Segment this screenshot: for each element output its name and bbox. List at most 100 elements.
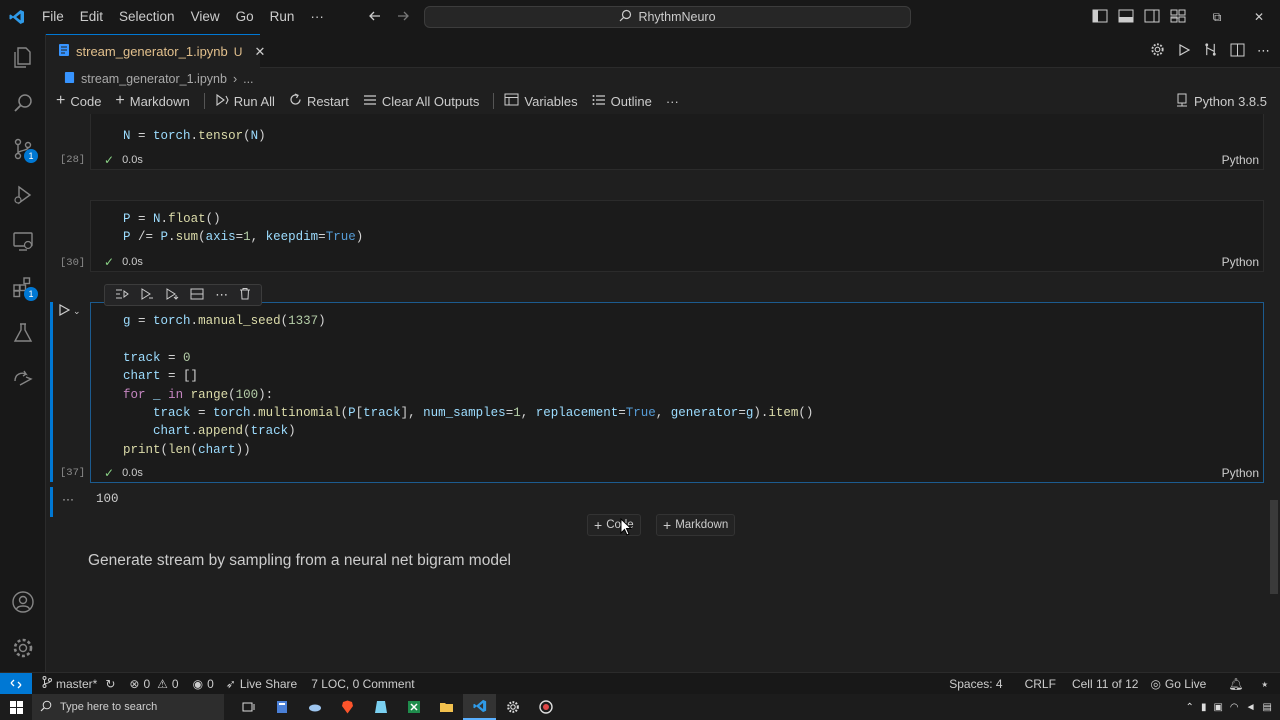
cell-source[interactable]: N = torch.tensor(N) [123, 127, 266, 145]
notification-center-icon[interactable]: ▤ [1263, 702, 1272, 713]
loc-label: 7 LOC, 0 Comment [311, 676, 415, 691]
forward-arrow-icon[interactable] [396, 9, 410, 26]
volume-icon[interactable]: ◄ [1246, 702, 1256, 713]
cell-position[interactable]: Cell 11 of 12 [1072, 677, 1139, 691]
git-branch[interactable]: master* ↻ [42, 676, 115, 691]
insert-code-cell-button[interactable]: + Code [587, 514, 641, 536]
remote-indicator-icon[interactable] [0, 672, 32, 695]
tray-chevron-icon[interactable]: ⌃ [1186, 702, 1194, 713]
split-editor-icon[interactable] [1230, 43, 1245, 60]
notebook-scrollbar[interactable] [1270, 500, 1278, 594]
brave-browser-icon[interactable] [331, 694, 364, 720]
source-control-icon[interactable]: 1 [0, 126, 46, 172]
notebook-settings-gear-icon[interactable] [1150, 42, 1165, 60]
accounts-icon[interactable] [0, 579, 46, 625]
windows-start-icon[interactable] [0, 694, 32, 720]
run-options-chevron-icon[interactable]: ⌄ [73, 306, 81, 317]
live-share-icon[interactable] [0, 356, 46, 402]
code-cell-focused[interactable]: g = torch.manual_seed(1337) track = 0 ch… [90, 302, 1264, 483]
run-by-line-icon[interactable] [140, 287, 154, 303]
task-view-icon[interactable] [232, 694, 265, 720]
network-icon[interactable]: ▣ [1213, 702, 1222, 713]
recording-app-icon[interactable] [529, 694, 562, 720]
breadcrumb-file[interactable]: stream_generator_1.ipynb [81, 72, 227, 86]
excel-app-icon[interactable] [397, 694, 430, 720]
extensions-icon[interactable]: 1 [0, 264, 46, 310]
cell-source[interactable]: P = N.float() P /= P.sum(axis=1, keepdim… [123, 210, 363, 247]
minimize-icon[interactable]: – [1154, 10, 1196, 24]
run-debug-icon[interactable] [0, 172, 46, 218]
toggle-panel-icon[interactable] [1118, 9, 1134, 26]
calculator-app-icon[interactable] [265, 694, 298, 720]
explorer-icon[interactable] [0, 34, 46, 80]
kernel-picker[interactable]: Python 3.8.5 [1176, 90, 1267, 112]
sync-icon[interactable]: ↻ [105, 677, 115, 691]
restart-button[interactable]: Restart [289, 93, 349, 109]
menu-file[interactable]: File [34, 0, 72, 34]
menu-view[interactable]: View [183, 0, 228, 34]
markdown-cell[interactable]: Generate stream by sampling from a neura… [88, 552, 511, 570]
vscode-taskbar-icon[interactable] [463, 694, 496, 720]
file-explorer-icon[interactable] [430, 694, 463, 720]
output-more-actions[interactable]: ··· [62, 492, 74, 506]
cell-language[interactable]: Python [1222, 466, 1259, 480]
back-arrow-icon[interactable] [368, 9, 382, 26]
run-above-icon[interactable] [115, 288, 129, 303]
close-window-icon[interactable]: ✕ [1238, 10, 1280, 24]
search-sidebar-icon[interactable] [0, 80, 46, 126]
variables-button[interactable]: Variables [504, 93, 578, 109]
restore-icon[interactable]: ⧉ [1196, 10, 1238, 25]
add-code-cell-button[interactable]: + Code [56, 92, 101, 110]
problems-indicator[interactable]: ⊗ 0 ⚠ 0 [129, 677, 178, 691]
breadcrumb-more[interactable]: ... [243, 72, 253, 86]
menu-go[interactable]: Go [228, 0, 262, 34]
settings-gear-icon[interactable] [0, 625, 46, 671]
copilot-icon[interactable]: ⭑ [1262, 677, 1268, 692]
testing-flask-icon[interactable] [0, 310, 46, 356]
delete-cell-trash-icon[interactable] [239, 287, 251, 303]
cell-more-icon[interactable]: ⋯ [215, 287, 228, 303]
code-cell[interactable]: N = torch.tensor(N) Python [90, 114, 1264, 170]
menu-selection[interactable]: Selection [111, 0, 183, 34]
tab-stream-generator[interactable]: stream_generator_1.ipynb U ✕ [46, 34, 265, 68]
run-play-icon[interactable] [1177, 43, 1191, 60]
execute-below-icon[interactable] [165, 287, 179, 303]
more-actions-icon[interactable]: ⋯ [1257, 43, 1270, 59]
open-changes-icon[interactable] [1203, 42, 1218, 60]
notifications-bell-icon[interactable]: 🔔︎ [1228, 677, 1243, 691]
window-controls: – ⧉ ✕ [1154, 0, 1280, 34]
insert-markdown-cell-button[interactable]: + Markdown [656, 514, 736, 536]
live-share-arrow-icon: ➶ [225, 676, 236, 691]
cell-source[interactable]: g = torch.manual_seed(1337) track = 0 ch… [123, 312, 813, 459]
clear-outputs-button[interactable]: Clear All Outputs [363, 94, 479, 109]
live-share-status[interactable]: ➶ Live Share [226, 677, 297, 691]
eol-indicator[interactable]: CRLF [1025, 677, 1056, 691]
run-cell-button[interactable]: ⌄ [58, 303, 81, 319]
menu-edit[interactable]: Edit [72, 0, 111, 34]
ports-indicator[interactable]: ◉ 0 [193, 677, 214, 691]
go-live-button[interactable]: ◎ Go Live [1150, 677, 1206, 691]
weather-app-icon[interactable] [298, 694, 331, 720]
toolbar-more-button[interactable]: ··· [666, 94, 679, 109]
add-markdown-cell-button[interactable]: + Markdown [115, 92, 189, 110]
indentation-indicator[interactable]: Spaces: 4 [949, 677, 1002, 691]
menu-more[interactable]: ··· [302, 0, 332, 34]
taskbar-search-input[interactable]: Type here to search [32, 694, 224, 720]
microphone-icon[interactable]: ▮ [1201, 702, 1207, 713]
notes-app-icon[interactable] [364, 694, 397, 720]
cell-language[interactable]: Python [1222, 153, 1259, 167]
split-cell-icon[interactable] [190, 288, 204, 303]
warning-icon: ⚠ [157, 676, 168, 691]
command-center[interactable]: RhythmNeuro [424, 6, 911, 28]
run-all-button[interactable]: Run All [215, 93, 275, 109]
variables-label: Variables [524, 93, 578, 109]
wifi-icon[interactable]: ◠ [1230, 702, 1239, 713]
code-cell[interactable]: P = N.float() P /= P.sum(axis=1, keepdim… [90, 200, 1264, 272]
settings-app-icon[interactable] [496, 694, 529, 720]
menu-run[interactable]: Run [262, 0, 303, 34]
close-tab-icon[interactable]: ✕ [254, 44, 265, 60]
remote-explorer-icon[interactable] [0, 218, 46, 264]
outline-button[interactable]: Outline [592, 94, 652, 109]
cell-language[interactable]: Python [1222, 255, 1259, 269]
toggle-primary-sidebar-icon[interactable] [1092, 9, 1108, 26]
